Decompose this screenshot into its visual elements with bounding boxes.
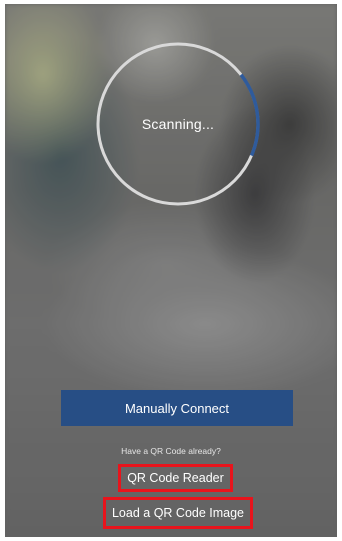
manually-connect-button[interactable]: Manually Connect <box>61 390 293 426</box>
qr-code-reader-link[interactable]: QR Code Reader <box>118 464 233 492</box>
qr-code-hint: Have a QR Code already? <box>121 446 221 456</box>
camera-view: Scanning... Manually Connect Have a QR C… <box>5 4 337 537</box>
scanning-status-text: Scanning... <box>141 116 215 132</box>
load-qr-code-image-link[interactable]: Load a QR Code Image <box>103 497 253 529</box>
scanning-indicator: Scanning... <box>94 40 262 208</box>
app-frame: Scanning... Manually Connect Have a QR C… <box>0 0 342 541</box>
